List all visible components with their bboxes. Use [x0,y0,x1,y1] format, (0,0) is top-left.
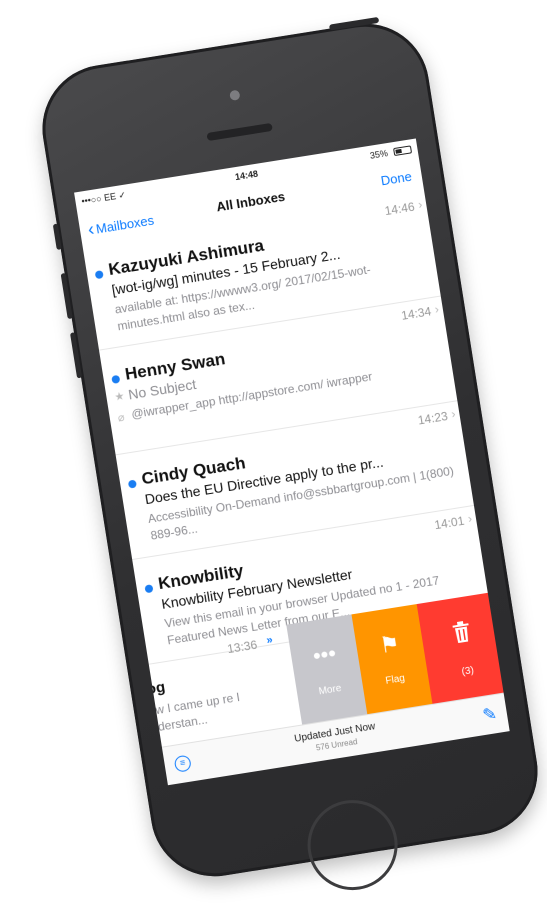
unread-dot-icon [94,270,104,280]
trash-action-label: (3) [460,665,475,678]
volume-up-button [60,272,73,320]
phone-screen: •••○○ EE ✓ 14:48 35% ‹Mailboxes All Inbo… [74,138,510,786]
ellipsis-icon: ••• [311,640,338,669]
compose-icon[interactable]: ✎ [481,704,498,726]
message-time: 14:23 [416,409,449,428]
chevron-right-icon: › [450,406,457,422]
chevron-right-icon: › [466,511,474,526]
home-button[interactable] [301,793,405,897]
message-time: 14:34 [400,304,433,323]
forward-arrows-icon: » [265,634,274,647]
unread-dot-icon [111,374,121,384]
star-icon: ★ [113,390,126,404]
power-button [328,16,380,31]
earpiece-speaker [206,122,273,142]
front-camera [229,89,241,101]
trash-action-button[interactable]: (3) [416,592,505,709]
phone-device: •••○○ EE ✓ 14:48 35% ‹Mailboxes All Inbo… [33,14,547,897]
mute-switch [52,223,62,251]
message-time: 14:01 [433,513,466,533]
message-sender: log [146,678,167,699]
chevron-right-icon: › [433,302,440,317]
attachment-icon: ⌀ [117,411,126,425]
battery-percent: 35% [369,148,389,161]
chevron-right-icon: › [417,197,424,212]
flag-action-label: Flag [384,672,406,687]
message-time: 13:36 [226,637,259,657]
flag-icon: ⚑ [377,630,402,659]
unread-dot-icon [144,584,154,594]
message-time: 14:46 [383,199,416,219]
unread-dot-icon [127,479,137,489]
done-button[interactable]: Done [380,169,413,189]
trash-icon [420,615,503,654]
more-action-label: More [317,682,343,698]
volume-down-button [69,332,83,379]
